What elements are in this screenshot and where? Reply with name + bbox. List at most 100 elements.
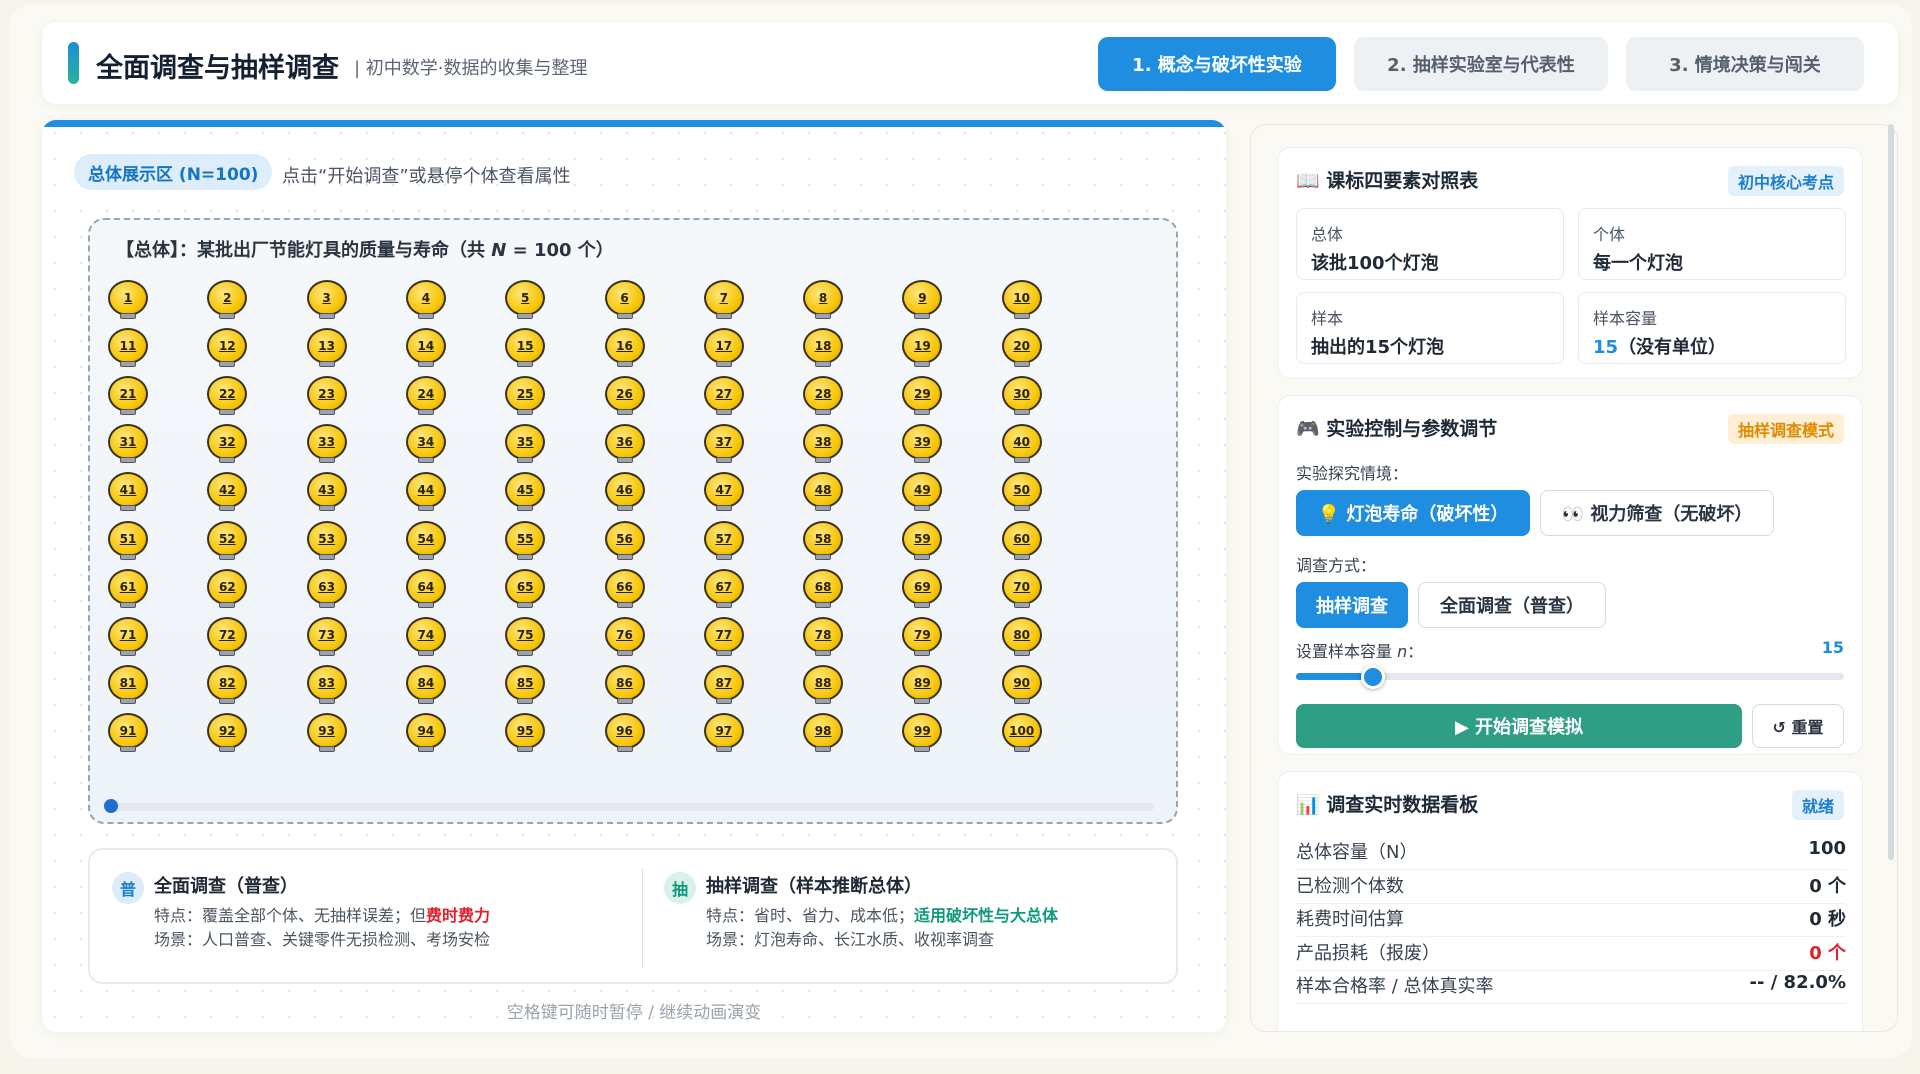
bulb-61[interactable]: 61 <box>106 568 150 609</box>
bulb-9[interactable]: 9 <box>900 280 944 320</box>
bulb-82[interactable]: 82 <box>205 664 249 705</box>
bulb-62[interactable]: 62 <box>205 568 249 609</box>
bulb-34[interactable]: 34 <box>404 424 448 464</box>
bulb-78[interactable]: 78 <box>801 616 845 657</box>
bulb-56[interactable]: 56 <box>603 520 647 561</box>
bulb-23[interactable]: 23 <box>305 376 349 416</box>
scene-bulb-button[interactable]: 💡 灯泡寿命（破坏性） <box>1296 490 1530 536</box>
bulb-66[interactable]: 66 <box>603 568 647 609</box>
bulb-91[interactable]: 91 <box>106 712 150 753</box>
scene-vision-button[interactable]: 👀 视力筛查（无破坏） <box>1540 490 1774 536</box>
bulb-33[interactable]: 33 <box>305 424 349 464</box>
bulb-38[interactable]: 38 <box>801 424 845 464</box>
bulb-22[interactable]: 22 <box>205 376 249 416</box>
bulb-16[interactable]: 16 <box>603 328 647 368</box>
bulb-5[interactable]: 5 <box>503 280 547 320</box>
bulb-84[interactable]: 84 <box>404 664 448 705</box>
bulb-100[interactable]: 100 <box>1000 712 1044 753</box>
bulb-64[interactable]: 64 <box>404 568 448 609</box>
bulb-69[interactable]: 69 <box>900 568 944 609</box>
bulb-45[interactable]: 45 <box>503 472 547 512</box>
bulb-17[interactable]: 17 <box>702 328 746 368</box>
bulb-36[interactable]: 36 <box>603 424 647 464</box>
bulb-68[interactable]: 68 <box>801 568 845 609</box>
bulb-58[interactable]: 58 <box>801 520 845 561</box>
bulb-92[interactable]: 92 <box>205 712 249 753</box>
bulb-24[interactable]: 24 <box>404 376 448 416</box>
bulb-43[interactable]: 43 <box>305 472 349 512</box>
bulb-80[interactable]: 80 <box>1000 616 1044 657</box>
bulb-2[interactable]: 2 <box>205 280 249 320</box>
bulb-1[interactable]: 1 <box>106 280 150 320</box>
bulb-67[interactable]: 67 <box>702 568 746 609</box>
bulb-14[interactable]: 14 <box>404 328 448 368</box>
method-sampling-button[interactable]: 抽样调查 <box>1296 582 1408 628</box>
bulb-18[interactable]: 18 <box>801 328 845 368</box>
population-scroll-thumb[interactable] <box>104 799 118 813</box>
bulb-83[interactable]: 83 <box>305 664 349 705</box>
bulb-88[interactable]: 88 <box>801 664 845 705</box>
reset-button[interactable]: ↺ 重置 <box>1752 704 1844 748</box>
bulb-73[interactable]: 73 <box>305 616 349 657</box>
bulb-19[interactable]: 19 <box>900 328 944 368</box>
bulb-97[interactable]: 97 <box>702 712 746 753</box>
bulb-70[interactable]: 70 <box>1000 568 1044 609</box>
bulb-41[interactable]: 41 <box>106 472 150 512</box>
bulb-11[interactable]: 11 <box>106 328 150 368</box>
bulb-89[interactable]: 89 <box>900 664 944 705</box>
sidebar-scrollbar[interactable] <box>1888 124 1894 860</box>
start-simulation-button[interactable]: ▶ 开始调查模拟 <box>1296 704 1742 748</box>
bulb-63[interactable]: 63 <box>305 568 349 609</box>
bulb-29[interactable]: 29 <box>900 376 944 416</box>
bulb-27[interactable]: 27 <box>702 376 746 416</box>
bulb-26[interactable]: 26 <box>603 376 647 416</box>
bulb-44[interactable]: 44 <box>404 472 448 512</box>
bulb-35[interactable]: 35 <box>503 424 547 464</box>
bulb-57[interactable]: 57 <box>702 520 746 561</box>
bulb-59[interactable]: 59 <box>900 520 944 561</box>
bulb-86[interactable]: 86 <box>603 664 647 705</box>
bulb-75[interactable]: 75 <box>503 616 547 657</box>
bulb-85[interactable]: 85 <box>503 664 547 705</box>
bulb-39[interactable]: 39 <box>900 424 944 464</box>
method-census-button[interactable]: 全面调查（普查） <box>1418 582 1606 628</box>
bulb-42[interactable]: 42 <box>205 472 249 512</box>
bulb-25[interactable]: 25 <box>503 376 547 416</box>
bulb-77[interactable]: 77 <box>702 616 746 657</box>
bulb-13[interactable]: 13 <box>305 328 349 368</box>
bulb-99[interactable]: 99 <box>900 712 944 753</box>
bulb-53[interactable]: 53 <box>305 520 349 561</box>
bulb-74[interactable]: 74 <box>404 616 448 657</box>
bulb-94[interactable]: 94 <box>404 712 448 753</box>
sample-size-slider-thumb[interactable] <box>1360 665 1385 689</box>
bulb-50[interactable]: 50 <box>1000 472 1044 512</box>
bulb-98[interactable]: 98 <box>801 712 845 753</box>
bulb-6[interactable]: 6 <box>603 280 647 320</box>
bulb-47[interactable]: 47 <box>702 472 746 512</box>
bulb-96[interactable]: 96 <box>603 712 647 753</box>
bulb-30[interactable]: 30 <box>1000 376 1044 416</box>
bulb-79[interactable]: 79 <box>900 616 944 657</box>
bulb-90[interactable]: 90 <box>1000 664 1044 705</box>
bulb-28[interactable]: 28 <box>801 376 845 416</box>
tab-decision[interactable]: 3. 情境决策与闯关 <box>1626 37 1864 91</box>
bulb-4[interactable]: 4 <box>404 280 448 320</box>
bulb-12[interactable]: 12 <box>205 328 249 368</box>
bulb-65[interactable]: 65 <box>503 568 547 609</box>
bulb-37[interactable]: 37 <box>702 424 746 464</box>
bulb-48[interactable]: 48 <box>801 472 845 512</box>
bulb-40[interactable]: 40 <box>1000 424 1044 464</box>
bulb-7[interactable]: 7 <box>702 280 746 320</box>
bulb-60[interactable]: 60 <box>1000 520 1044 561</box>
bulb-72[interactable]: 72 <box>205 616 249 657</box>
bulb-32[interactable]: 32 <box>205 424 249 464</box>
bulb-81[interactable]: 81 <box>106 664 150 705</box>
bulb-87[interactable]: 87 <box>702 664 746 705</box>
bulb-8[interactable]: 8 <box>801 280 845 320</box>
bulb-49[interactable]: 49 <box>900 472 944 512</box>
bulb-15[interactable]: 15 <box>503 328 547 368</box>
bulb-20[interactable]: 20 <box>1000 328 1044 368</box>
bulb-76[interactable]: 76 <box>603 616 647 657</box>
bulb-55[interactable]: 55 <box>503 520 547 561</box>
bulb-51[interactable]: 51 <box>106 520 150 561</box>
